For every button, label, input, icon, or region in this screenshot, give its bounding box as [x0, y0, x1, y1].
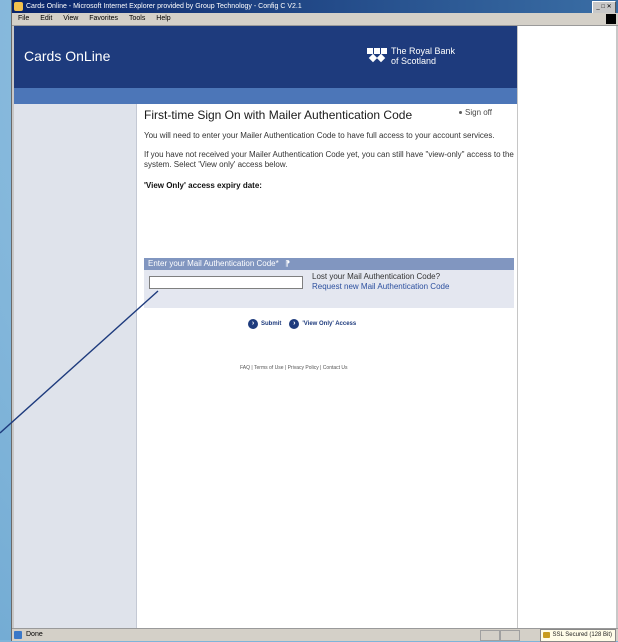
ie-icon — [14, 2, 23, 11]
window-title: Cards Online - Microsoft Internet Explor… — [26, 3, 302, 10]
status-segment — [480, 630, 500, 641]
lost-code-label: Lost your Mail Authentication Code? — [312, 272, 441, 281]
site-header: Cards OnLine The Royal Bank of Scotland — [14, 26, 517, 88]
page-icon — [14, 631, 22, 639]
action-buttons: › Submit › 'View Only' Access — [248, 319, 356, 329]
sign-off-link[interactable]: Sign off — [459, 108, 492, 117]
bank-name-line2: of Scotland — [391, 56, 437, 66]
request-new-code-link[interactable]: Request new Mail Authentication Code — [312, 282, 449, 292]
help-icon[interactable]: ⁋ — [285, 259, 290, 268]
rbs-logo: The Royal Bank of Scotland — [366, 46, 455, 66]
right-divider — [517, 26, 518, 628]
ssl-indicator: SSL Secured (128 Bit) — [539, 629, 616, 642]
status-bar: Done SSL Secured (128 Bit) — [12, 628, 618, 642]
menu-tools[interactable]: Tools — [129, 15, 145, 22]
menu-view[interactable]: View — [63, 15, 78, 22]
view-only-info-text: If you have not received your Mailer Aut… — [144, 150, 514, 169]
auth-code-input[interactable] — [149, 276, 303, 289]
window-controls[interactable]: _ □ ✕ — [592, 1, 616, 13]
contact-link[interactable]: Contact Us — [323, 365, 348, 371]
browser-window: Cards Online - Microsoft Internet Explor… — [12, 0, 618, 642]
bullet-icon — [459, 111, 462, 115]
page-title: First-time Sign On with Mailer Authentic… — [144, 108, 413, 122]
left-navigation — [14, 104, 137, 628]
submit-button[interactable]: › Submit — [248, 319, 281, 329]
windows-logo-icon — [606, 14, 616, 24]
page-content: Cards OnLine The Royal Bank of Scotland — [14, 26, 616, 628]
window-titlebar: Cards Online - Microsoft Internet Explor… — [12, 0, 618, 13]
padlock-icon — [542, 632, 550, 638]
arrow-right-icon: › — [289, 319, 300, 329]
expiry-date-label: 'View Only' access expiry date: — [144, 181, 262, 190]
rbs-daisy-icon — [366, 47, 388, 65]
subnav-bar — [14, 88, 517, 104]
arrow-right-icon: › — [248, 319, 258, 329]
menu-help[interactable]: Help — [156, 15, 170, 22]
menu-bar: File Edit View Favorites Tools Help — [12, 13, 618, 26]
main-panel: First-time Sign On with Mailer Authentic… — [144, 108, 516, 371]
faq-link[interactable]: FAQ — [240, 365, 250, 371]
brand-name: Cards OnLine — [24, 48, 111, 64]
menu-file[interactable]: File — [18, 15, 29, 22]
footer-links: FAQ | Terms of Use | Privacy Policy | Co… — [240, 365, 348, 371]
status-text: Done — [26, 631, 43, 638]
instruction-text: You will need to enter your Mailer Authe… — [144, 131, 495, 140]
auth-code-panel: Enter your Mail Authentication Code* ⁋ L… — [144, 258, 514, 308]
menu-favorites[interactable]: Favorites — [89, 15, 118, 22]
auth-panel-heading: Enter your Mail Authentication Code* ⁋ — [144, 258, 514, 270]
menu-edit[interactable]: Edit — [40, 15, 52, 22]
terms-link[interactable]: Terms of Use — [254, 365, 283, 371]
status-segment — [500, 630, 520, 641]
privacy-link[interactable]: Privacy Policy — [288, 365, 319, 371]
view-only-access-button[interactable]: › 'View Only' Access — [289, 319, 356, 329]
bank-name-line1: The Royal Bank — [391, 46, 456, 56]
